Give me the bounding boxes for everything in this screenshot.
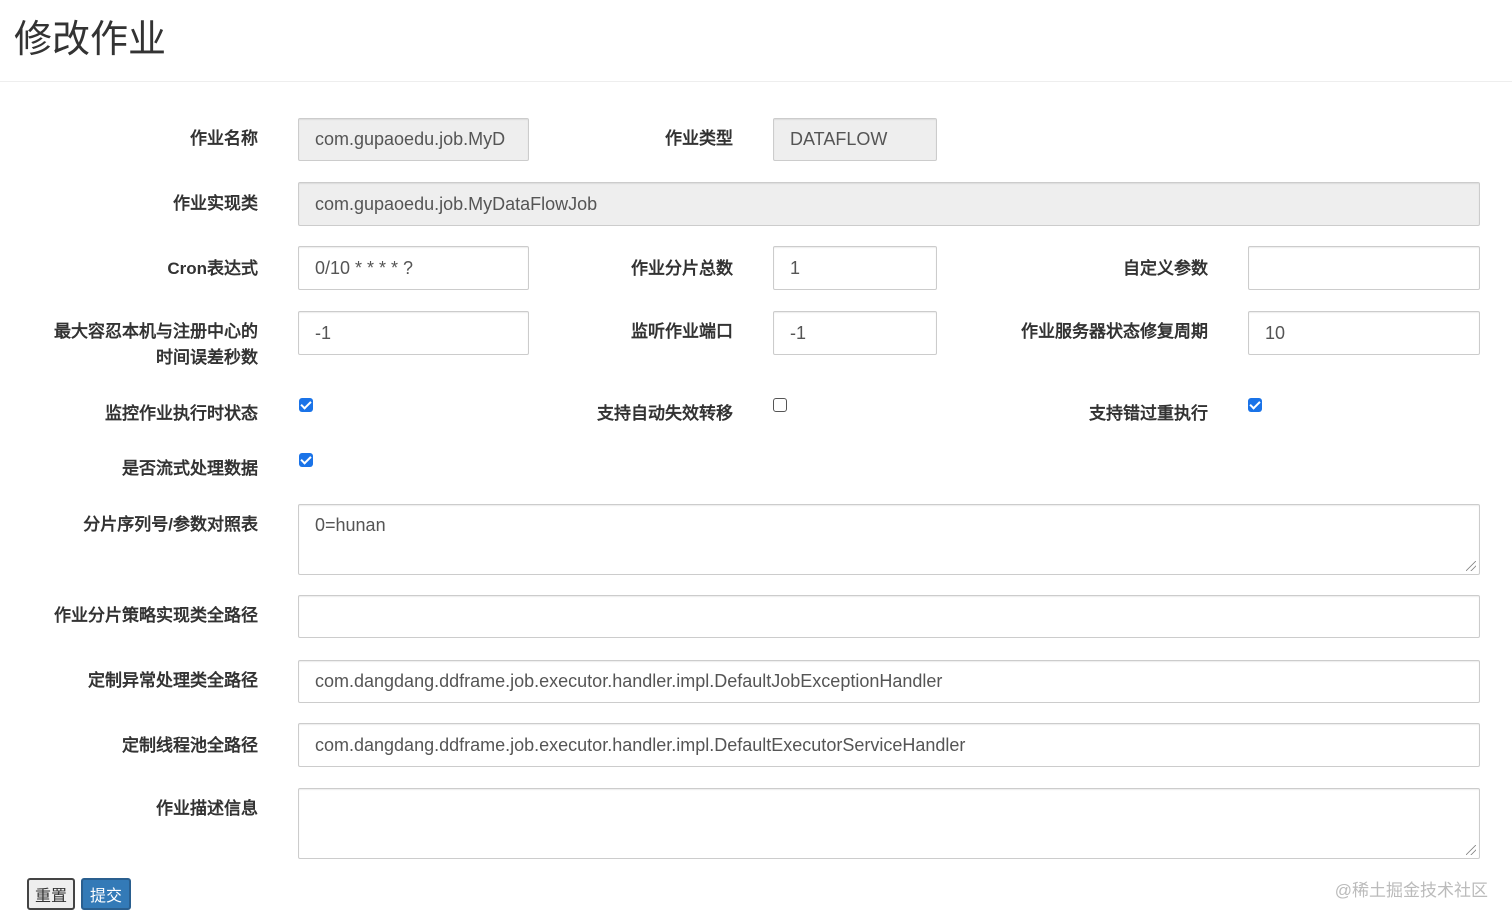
monitor-execution-label: 监控作业执行时状态 — [105, 404, 258, 423]
job-name-label: 作业名称 — [190, 129, 258, 148]
job-class-input[interactable]: com.gupaoedu.job.MyDataFlowJob — [298, 182, 1480, 226]
cron-input[interactable]: 0/10 * * * * ? — [298, 246, 529, 290]
max-time-diff-input[interactable]: -1 — [298, 311, 529, 355]
failover-checkbox[interactable] — [773, 398, 787, 412]
monitor-port-input[interactable]: -1 — [773, 311, 937, 355]
description-textarea[interactable] — [298, 788, 1480, 859]
misfire-checkbox[interactable] — [1248, 398, 1262, 412]
sharding-total-label: 作业分片总数 — [631, 259, 733, 278]
divider — [0, 81, 1512, 82]
reconcile-interval-label: 作业服务器状态修复周期 — [1021, 322, 1208, 341]
failover-label: 支持自动失效转移 — [597, 404, 733, 423]
submit-button[interactable]: 提交 — [81, 878, 131, 910]
sharding-strategy-label: 作业分片策略实现类全路径 — [54, 606, 258, 625]
resize-handle-icon[interactable] — [1466, 845, 1476, 855]
streaming-label: 是否流式处理数据 — [122, 459, 258, 478]
job-class-label: 作业实现类 — [173, 194, 258, 213]
sharding-params-label: 分片序列号/参数对照表 — [83, 515, 258, 534]
exception-handler-input[interactable]: com.dangdang.ddframe.job.executor.handle… — [298, 660, 1480, 703]
monitor-port-label: 监听作业端口 — [631, 322, 733, 341]
sharding-params-textarea[interactable]: 0=hunan — [298, 504, 1480, 575]
job-name-input[interactable]: com.gupaoedu.job.MyD — [298, 118, 529, 161]
page-title: 修改作业 — [14, 19, 167, 61]
max-time-diff-label-line2: 时间误差秒数 — [156, 348, 258, 367]
streaming-checkbox[interactable] — [299, 453, 313, 467]
sharding-strategy-input[interactable] — [298, 595, 1480, 638]
job-type-input[interactable]: DATAFLOW — [773, 118, 937, 161]
monitor-execution-checkbox[interactable] — [299, 398, 313, 412]
job-parameter-input[interactable] — [1248, 246, 1480, 290]
cron-label: Cron表达式 — [167, 259, 258, 278]
reset-button[interactable]: 重置 — [27, 878, 75, 910]
sharding-params-value: 0=hunan — [315, 515, 386, 535]
watermark: @稀土掘金技术社区 — [1334, 881, 1488, 900]
reconcile-interval-input[interactable]: 10 — [1248, 311, 1480, 355]
misfire-label: 支持错过重执行 — [1089, 404, 1208, 423]
description-label: 作业描述信息 — [156, 799, 258, 818]
job-parameter-label: 自定义参数 — [1123, 259, 1208, 278]
resize-handle-icon[interactable] — [1466, 561, 1476, 571]
exception-handler-label: 定制异常处理类全路径 — [88, 671, 258, 690]
max-time-diff-label: 最大容忍本机与注册中心的 时间误差秒数 — [0, 319, 258, 371]
job-type-label: 作业类型 — [665, 129, 733, 148]
sharding-total-input[interactable]: 1 — [773, 246, 937, 290]
max-time-diff-label-line1: 最大容忍本机与注册中心的 — [54, 322, 258, 341]
executor-service-input[interactable]: com.dangdang.ddframe.job.executor.handle… — [298, 723, 1480, 767]
executor-service-label: 定制线程池全路径 — [122, 736, 258, 755]
